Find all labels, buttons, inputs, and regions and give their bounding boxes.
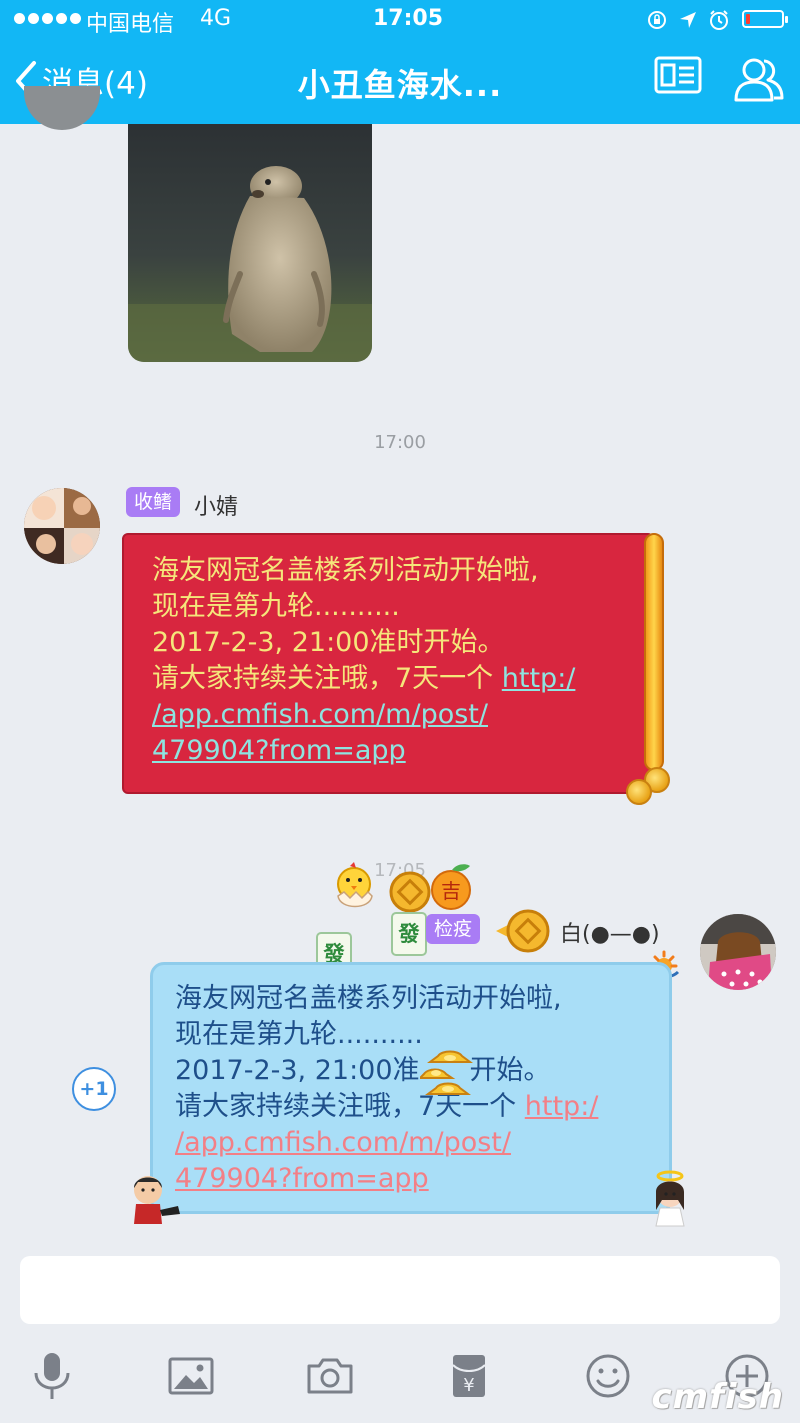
- coin-icon: [626, 779, 652, 805]
- cartoon-angel-icon: [655, 1170, 685, 1227]
- message-link[interactable]: http:/: [502, 663, 576, 694]
- red-packet-icon: ¥: [452, 1355, 486, 1397]
- cartoon-boy-icon: [134, 1176, 180, 1224]
- profile-card-icon: [654, 56, 702, 94]
- message-line: 开始。: [469, 1055, 551, 1086]
- self-avatar[interactable]: [700, 914, 776, 990]
- emoji-icon: [586, 1354, 630, 1398]
- message-link[interactable]: 479904?from=app: [152, 735, 406, 766]
- message-link[interactable]: /app.cmfish.com/m/post/: [175, 1127, 511, 1158]
- message-line: 现在是第九轮..........: [152, 591, 400, 622]
- avatar-photo-icon: [24, 488, 100, 564]
- timestamp: 17:00: [374, 432, 426, 453]
- profile-card-button[interactable]: [654, 56, 702, 98]
- message-bubble-red[interactable]: 海友网冠名盖楼系列活动开始啦, 现在是第九轮.......... 2017-2-…: [122, 533, 654, 794]
- message-bubble-blue[interactable]: 海友网冠名盖楼系列活动开始啦, 现在是第九轮.......... 2017-2-…: [150, 962, 672, 1214]
- marmot-photo: [128, 166, 372, 362]
- mahjong-tile-icon: 發: [391, 912, 427, 956]
- message-line: 海友网冠名盖楼系列活动开始啦,: [152, 555, 539, 586]
- top-bar: 中国电信 4G 17:05 消息(4) 小丑鱼海水...: [0, 0, 800, 124]
- voice-button[interactable]: [22, 1346, 82, 1406]
- emoji-button[interactable]: [578, 1346, 638, 1406]
- message-link[interactable]: 479904?from=app: [175, 1163, 429, 1194]
- group-members-button[interactable]: [732, 54, 786, 108]
- image-icon: [168, 1357, 214, 1395]
- group-members-icon: [734, 58, 784, 102]
- sender-name: 白(●—●): [560, 922, 660, 947]
- message-link[interactable]: http:/: [525, 1091, 599, 1122]
- orientation-lock-icon: [648, 11, 666, 29]
- status-bar: 中国电信 4G 17:05: [0, 0, 800, 40]
- member-badge: 检疫: [426, 914, 481, 944]
- gold-coin-icon: [496, 909, 550, 953]
- site-watermark: cmfish: [651, 1377, 784, 1417]
- plus-one-button[interactable]: +1: [72, 1067, 116, 1111]
- status-icons: [646, 9, 730, 31]
- alarm-clock-icon: [710, 10, 728, 30]
- svg-text:吉: 吉: [441, 879, 461, 903]
- message-line: 2017-2-3, 21:00准: [175, 1055, 420, 1086]
- chat-title: 小丑鱼海水...: [297, 66, 503, 104]
- tangerine-icon: 吉: [431, 864, 471, 910]
- photo-button[interactable]: [161, 1346, 221, 1406]
- network-type: 4G: [200, 6, 232, 31]
- gold-coin-icon: [389, 871, 431, 913]
- image-message[interactable]: [128, 124, 372, 362]
- message-line: 2017-2-3, 21:00准时开始。: [152, 627, 505, 658]
- camera-button[interactable]: [300, 1346, 360, 1406]
- location-arrow-icon: [680, 12, 696, 28]
- bubble-decoration-scroll: [644, 533, 664, 771]
- message-line: 海友网冠名盖楼系列活动开始啦,: [175, 983, 562, 1014]
- member-badge: 收鳍: [126, 487, 181, 517]
- signal-strength-icon: [14, 13, 81, 24]
- camera-icon: [307, 1358, 353, 1394]
- battery-icon: [742, 10, 788, 28]
- message-input[interactable]: [20, 1256, 780, 1324]
- avatar-photo-icon: [700, 914, 776, 990]
- carrier-name: 中国电信: [86, 12, 175, 37]
- status-time: 17:05: [373, 6, 444, 31]
- red-packet-button[interactable]: ¥: [439, 1346, 499, 1406]
- navigation-bar: 消息(4) 小丑鱼海水...: [0, 40, 800, 124]
- gold-ingot-icon: [420, 1050, 473, 1095]
- message-line: 现在是第九轮..........: [175, 1019, 423, 1050]
- sender-avatar[interactable]: [24, 488, 100, 564]
- sender-name: 小婧: [194, 495, 239, 520]
- chick-icon: [337, 862, 373, 908]
- message-link[interactable]: /app.cmfish.com/m/post/: [152, 699, 488, 730]
- input-toolbar: ¥ cmfish: [0, 1336, 800, 1423]
- battery-level: [746, 14, 750, 24]
- currency-symbol: ¥: [463, 1375, 474, 1396]
- message-line: 请大家持续关注哦，7天一个: [152, 663, 502, 694]
- microphone-icon: [34, 1353, 70, 1399]
